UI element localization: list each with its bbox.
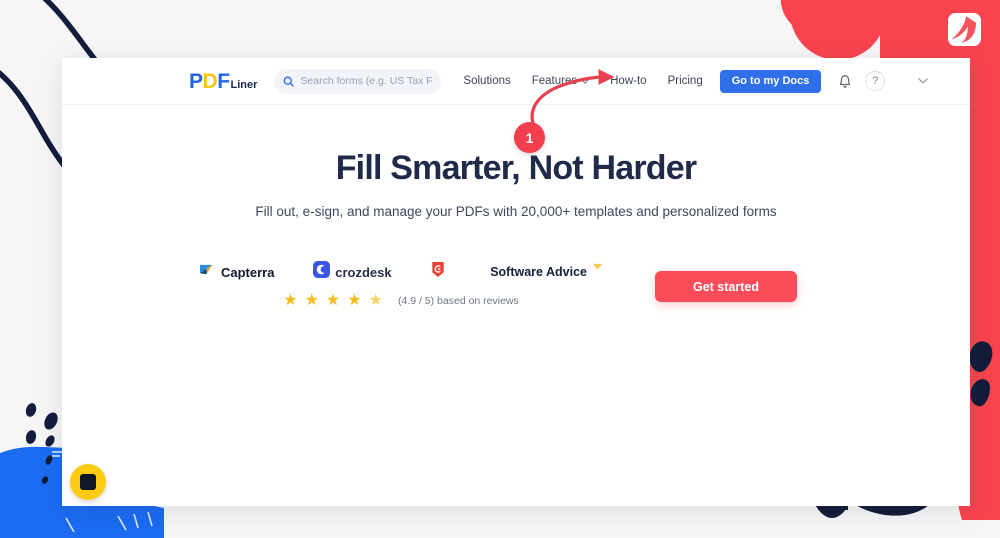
g2-logo-icon [430,261,446,283]
star-icon-5: ★ [368,292,383,309]
hero-section: Fill Smarter, Not Harder Fill out, e-sig… [62,105,970,506]
logo-letter-p: P [189,69,203,93]
site-header: PDF Liner Search forms (e.g. US Tax For.… [62,58,970,105]
nav-label-how-to: How-to [610,75,647,87]
screenshot-stage: PDF Liner Search forms (e.g. US Tax For.… [0,0,1000,538]
star-icon-3: ★ [325,292,341,309]
badge-label-capterra: Capterra [221,264,275,280]
go-to-my-docs-button[interactable]: Go to my Docs [719,69,822,93]
page-title: Fill Smarter, Not Harder [335,149,697,187]
badge-g2[interactable] [430,261,451,283]
annotation-step-badge: 1 [514,122,545,153]
nav-label-solutions: Solutions [463,75,511,87]
hero-subtitle: Fill out, e-sign, and manage your PDFs w… [255,204,777,219]
red-blob-round [790,0,886,60]
cta-wrapper: Get started [611,261,841,302]
badge-label-crozdesk: crozdesk [335,264,392,280]
star-icon-2: ★ [304,292,319,309]
search-icon [283,76,295,87]
review-badges: Capterra crozdesk Software Advice ★ ★ ★ … [191,261,611,309]
star-icon-4: ★ [347,292,362,309]
crozdesk-logo-icon [313,261,331,283]
logo-letter-f: F [217,69,230,93]
search-placeholder-text: Search forms (e.g. US Tax For... [300,75,433,87]
knowledge-base-widget-icon [80,474,96,490]
rating-text: (4.9 / 5) based on reviews [397,295,519,307]
main-navigation: Solutions Features How-to Pricing [463,75,702,87]
logo-suffix: Liner [230,78,258,91]
badge-software-advice[interactable]: Software Advice [490,263,603,281]
pdfliner-logo[interactable]: PDF Liner [189,71,257,92]
browser-content-card: PDF Liner Search forms (e.g. US Tax For.… [62,58,970,506]
help-question-icon[interactable]: ? [865,71,886,91]
badge-label-software-advice: Software Advice [490,265,587,279]
social-proof-row: Capterra crozdesk Software Advice ★ ★ ★ … [62,261,970,309]
content-placeholder-area [220,339,812,506]
get-started-button[interactable]: Get started [655,271,797,302]
capterra-logo-icon [199,262,216,282]
annotation-step-number: 1 [525,129,534,146]
nav-item-solutions[interactable]: Solutions [463,75,510,87]
nav-item-features[interactable]: Features [532,75,589,87]
help-question-label: ? [872,75,879,87]
notification-bell-icon[interactable] [838,74,852,89]
nav-item-how-to[interactable]: How-to [610,75,646,87]
star-rating: ★ ★ ★ ★ ★ (4.9 / 5) based on reviews [191,293,611,309]
blue-blob-lower [52,500,164,538]
account-chevron-down-icon[interactable] [918,78,929,84]
squiggle-line-2 [0,70,69,171]
star-icon-1: ★ [283,292,298,309]
badge-capterra[interactable]: Capterra [199,262,274,282]
badge-crozdesk[interactable]: crozdesk [313,261,392,283]
software-advice-logo-icon [592,263,603,281]
nav-label-features: Features [531,75,578,87]
review-badge-logos: Capterra crozdesk Software Advice [191,261,611,283]
nav-item-pricing[interactable]: Pricing [668,75,703,87]
chevron-down-icon [581,75,589,87]
search-input[interactable]: Search forms (e.g. US Tax For... [274,68,442,94]
pdf-brand-tile-icon [948,13,981,46]
nav-label-pricing: Pricing [667,75,703,87]
logo-letter-d: D [202,69,218,93]
knowledge-base-widget-button[interactable] [70,464,106,500]
